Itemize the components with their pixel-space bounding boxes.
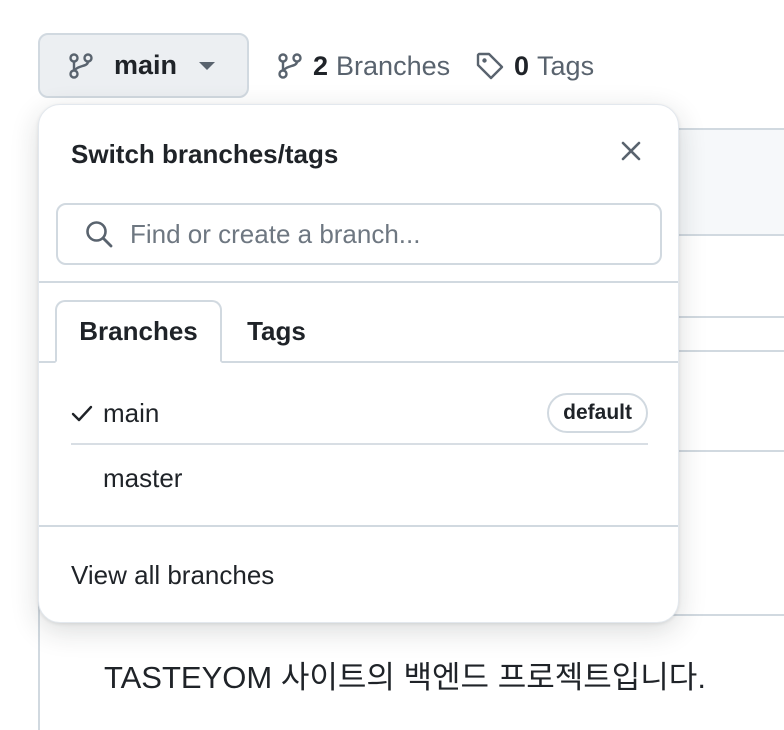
tag-icon: [474, 50, 506, 82]
default-badge: default: [547, 393, 648, 433]
caret-down-icon: [199, 61, 216, 70]
current-branch-label: main: [114, 50, 178, 80]
git-branch-icon: [275, 51, 305, 81]
check-icon: [71, 402, 103, 424]
branch-item-main[interactable]: main default: [71, 383, 648, 445]
branch-switcher-dropdown: Switch branches/tags Branches Tags: [38, 104, 679, 623]
branch-selector-button[interactable]: main: [38, 33, 249, 98]
tags-link[interactable]: 0 Tags: [474, 46, 594, 86]
git-branch-icon: [66, 51, 96, 81]
tab-tags[interactable]: Tags: [234, 300, 319, 363]
footer-divider: [39, 525, 678, 527]
branches-label: Branches: [336, 50, 451, 81]
dropdown-title: Switch branches/tags: [71, 139, 339, 169]
search-icon: [84, 219, 114, 249]
branches-count: 2: [313, 50, 329, 81]
branch-search-field[interactable]: [56, 203, 662, 265]
readme-description: TASTEYOM 사이트의 백엔드 프로젝트입니다.: [104, 660, 706, 695]
repo-page: d TASTEYOM 사이트의 백엔드 프로젝트입니다. main: [0, 0, 784, 730]
view-all-branches-link[interactable]: View all branches: [71, 560, 274, 591]
search-divider: [39, 281, 678, 283]
tab-branches[interactable]: Branches: [55, 300, 222, 363]
tags-count: 0: [514, 50, 530, 81]
branch-search-input[interactable]: [130, 218, 630, 250]
branches-link[interactable]: 2 Branches: [275, 46, 450, 86]
branch-item-master[interactable]: master: [71, 447, 648, 509]
branch-name: main: [103, 397, 160, 428]
close-icon[interactable]: [615, 135, 647, 167]
branch-name: master: [103, 462, 183, 493]
tags-label: Tags: [537, 50, 595, 81]
